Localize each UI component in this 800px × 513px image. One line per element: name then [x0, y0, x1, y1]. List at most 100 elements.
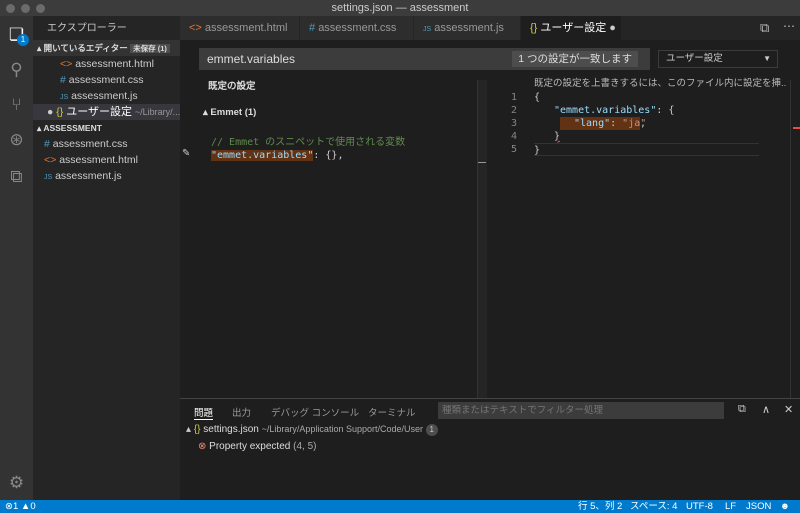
explorer-icon[interactable]: ❏ 1: [6, 24, 29, 46]
open-editor-item[interactable]: <> assessment.html: [33, 56, 180, 72]
line-number: 3: [510, 118, 517, 129]
search-value: emmet.variables: [207, 52, 296, 66]
item-path: ~/Library/...: [134, 107, 180, 117]
item-label: ユーザー設定: [66, 106, 132, 118]
tab-user-settings[interactable]: {} ユーザー設定 ●: [521, 16, 621, 40]
tab-assessment-html[interactable]: <> assessment.html: [180, 16, 299, 40]
override-hint: 既定の設定を上書きするには、このファイル内に設定を挿...: [534, 78, 786, 89]
tab-output[interactable]: 出力: [232, 405, 251, 419]
html-icon: <>: [189, 22, 202, 34]
default-comment: // Emmet のスニペットで使用される変数: [211, 137, 406, 148]
file-item[interactable]: # assessment.css: [33, 136, 180, 152]
collapse-all-icon[interactable]: ⧉: [738, 403, 746, 416]
error-icon: ⊗: [198, 441, 207, 452]
item-label: assessment.html: [59, 154, 138, 166]
match-count-badge: 1 つの設定が一致します: [512, 51, 638, 67]
problem-count-badge: 1: [425, 424, 438, 436]
problem-item[interactable]: ⊗ Property expected (4, 5): [198, 441, 316, 452]
maximize-window-button[interactable]: [36, 4, 45, 13]
js-icon: JS: [423, 26, 432, 33]
tab-assessment-css[interactable]: # assessment.css: [300, 16, 413, 40]
open-editor-item[interactable]: JS assessment.js: [33, 88, 180, 104]
close-panel-icon[interactable]: ✕: [784, 403, 793, 416]
open-settings-json-icon[interactable]: ⧉: [760, 20, 769, 36]
code-line-error: }: [554, 131, 561, 142]
file-item[interactable]: <> assessment.html: [33, 152, 180, 168]
settings-scope-dropdown[interactable]: ユーザー設定 ▼: [658, 50, 778, 68]
setting-key: "emmet.variables": [211, 150, 314, 161]
warning-count: 0: [30, 501, 36, 512]
json-icon: {}: [56, 106, 64, 118]
json-icon: {}: [193, 424, 201, 435]
line-number: 4: [510, 131, 517, 142]
unsaved-badge: 未保存 (1): [130, 44, 170, 53]
settings-search-input[interactable]: emmet.variables 1 つの設定が一致します: [199, 48, 650, 70]
encoding[interactable]: UTF-8: [686, 500, 713, 513]
edit-pencil-icon[interactable]: ✎: [182, 148, 190, 159]
tab-debug-console[interactable]: デバッグ コンソール: [271, 405, 359, 419]
tab-assessment-js[interactable]: JS assessment.js: [414, 16, 520, 40]
folder-label: ASSESSMENT: [43, 123, 102, 133]
problem-message: Property expected: [209, 441, 291, 452]
item-label: assessment.css: [68, 74, 144, 86]
source-control-icon[interactable]: ⑂: [6, 94, 27, 115]
default-setting-line: "emmet.variables": {},: [211, 149, 343, 162]
emmet-group[interactable]: ▴ Emmet (1): [203, 107, 256, 118]
code-punct: ,: [640, 118, 647, 129]
tab-label: assessment.css: [318, 22, 397, 34]
problems-filter-input[interactable]: [438, 402, 724, 419]
problem-file-name: settings.json: [203, 424, 259, 435]
sidebar-title: エクスプローラー: [47, 23, 127, 34]
folder-header[interactable]: ▴ ASSESSMENT: [33, 120, 180, 136]
split-divider[interactable]: [477, 80, 487, 398]
warning-icon: ▲: [20, 501, 31, 512]
setting-rest: : {},: [313, 150, 344, 161]
css-icon: #: [309, 22, 316, 34]
file-item[interactable]: JS assessment.js: [33, 168, 180, 184]
status-bar: ⊗1 ▲0 行 5、列 2 スペース: 4 UTF-8 LF JSON ☻: [0, 500, 800, 513]
unsaved-dot-icon[interactable]: ●: [609, 22, 616, 34]
problem-file-row[interactable]: ▴ {} settings.json ~/Library/Application…: [186, 424, 438, 436]
code-punct: :: [610, 118, 623, 129]
line-number: 5: [510, 144, 517, 155]
problem-file-path: ~/Library/Application Support/Code/User: [261, 424, 423, 434]
bottom-panel: 問題 出力 デバッグ コンソール ターミナル ⧉ ∧ ✕ ▴ {} settin…: [180, 398, 800, 500]
problem-location: (4, 5): [293, 441, 317, 452]
open-editors-header[interactable]: ▴ 開いているエディター 未保存 (1): [33, 40, 180, 56]
tab-label: assessment.html: [204, 22, 288, 34]
cursor-position[interactable]: 行 5、列 2: [578, 500, 622, 513]
activity-bar: ❏ 1 ⚲ ⑂ ⊛ ⧉ ⚙: [0, 16, 33, 500]
item-label: assessment.html: [75, 58, 154, 70]
problems-status[interactable]: ⊗1 ▲0: [5, 500, 36, 513]
code-line: "emmet.variables": {: [554, 104, 674, 117]
code-line-current: }: [534, 143, 759, 156]
tab-terminal[interactable]: ターミナル: [368, 405, 416, 419]
debug-icon[interactable]: ⊛: [6, 129, 27, 150]
css-icon: #: [44, 138, 50, 150]
feedback-smiley-icon[interactable]: ☻: [780, 500, 790, 513]
search-icon[interactable]: ⚲: [6, 59, 27, 80]
open-editor-item[interactable]: # assessment.css: [33, 72, 180, 88]
close-window-button[interactable]: [6, 4, 15, 13]
item-label: assessment.js: [55, 170, 122, 182]
minimize-window-button[interactable]: [21, 4, 30, 13]
json-key: "emmet.variables": [554, 105, 657, 116]
css-icon: #: [60, 74, 66, 86]
more-actions-icon[interactable]: ⋯: [783, 19, 795, 33]
indentation[interactable]: スペース: 4: [630, 500, 677, 513]
dropdown-value: ユーザー設定: [666, 53, 723, 64]
language-mode[interactable]: JSON: [746, 500, 771, 513]
html-icon: <>: [60, 58, 73, 70]
editor-tabs: <> assessment.html # assessment.css JS a…: [180, 16, 800, 40]
js-icon: JS: [60, 94, 69, 101]
open-editor-item-user-settings[interactable]: ● {} ユーザー設定 ~/Library/...: [33, 104, 180, 120]
gear-icon[interactable]: ⚙: [6, 472, 27, 493]
maximize-panel-icon[interactable]: ∧: [762, 403, 770, 416]
extensions-icon[interactable]: ⧉: [6, 166, 27, 187]
tab-problems[interactable]: 問題: [194, 405, 214, 420]
end-of-line[interactable]: LF: [725, 500, 736, 513]
explorer-sidebar: エクスプローラー ▴ 開いているエディター 未保存 (1) <> assessm…: [33, 16, 180, 500]
js-icon: JS: [44, 174, 53, 181]
overview-ruler[interactable]: [790, 80, 800, 398]
explorer-badge: 1: [17, 34, 29, 46]
